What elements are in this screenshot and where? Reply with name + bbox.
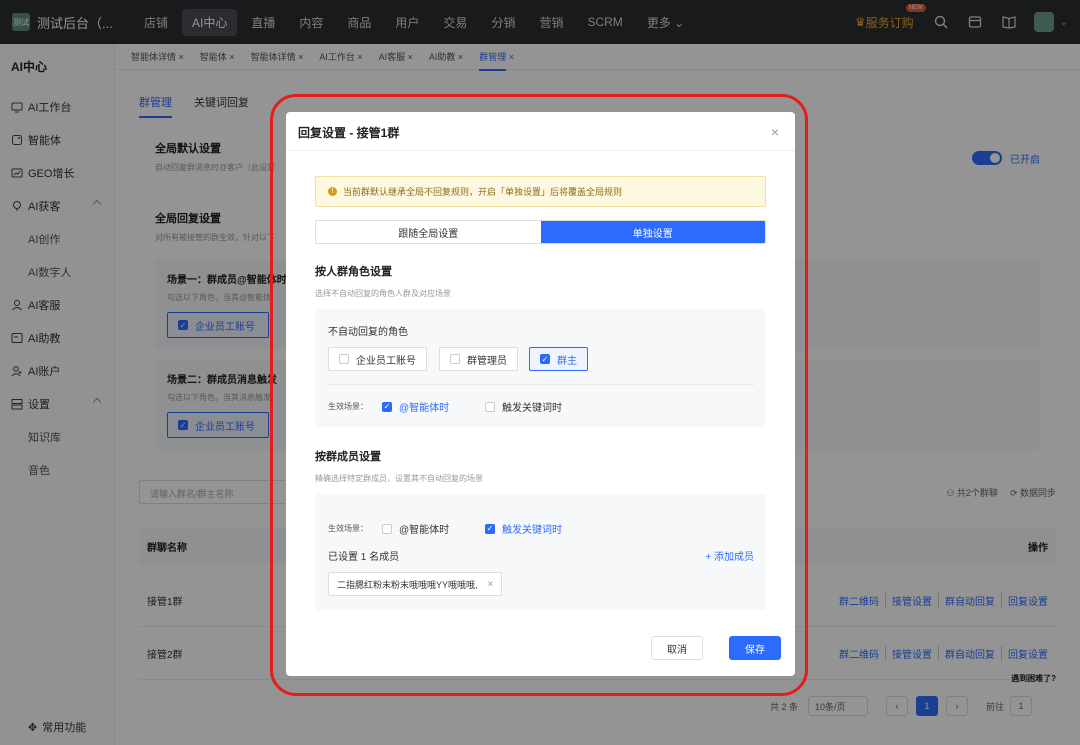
checkbox-icon <box>339 354 349 364</box>
member-tag: 二指腮红粉末粉末哦哦哦YY哦哦哦, × <box>328 572 503 596</box>
role-owner-checkbox[interactable]: ✓ 群主 <box>529 347 588 371</box>
info-icon: ! <box>328 187 337 196</box>
divider <box>327 384 754 385</box>
close-icon[interactable]: × <box>771 124 779 140</box>
member-panel: 生效场景： @智能体时 ✓ 触发关键词时 已设置 1 名成员 + 添加成员 二指腮… <box>315 494 766 610</box>
role-admin-checkbox[interactable]: 群管理员 <box>439 347 518 371</box>
checkbox-icon <box>450 354 460 364</box>
divider <box>286 150 795 151</box>
role-panel: 不自动回复的角色 企业员工账号 群管理员 ✓ 群主 生效场景： ✓ @智能体时 触发… <box>315 309 766 427</box>
member-scene-keyword-checkbox[interactable]: ✓ 触发关键词时 <box>485 521 562 536</box>
member-section-title: 按群成员设置 <box>315 451 381 463</box>
remove-member-icon[interactable]: × <box>488 579 494 590</box>
no-reply-roles-label: 不自动回复的角色 <box>328 327 408 338</box>
role-section-title: 按人群角色设置 <box>315 266 392 278</box>
checkbox-icon <box>382 523 392 534</box>
scene-label: 生效场景： <box>328 524 368 533</box>
modal-title: 回复设置 - 接管1群 <box>298 126 400 140</box>
check-icon: ✓ <box>540 354 550 364</box>
member-section-desc: 精确选择特定群成员，设置其不自动回复的场景 <box>315 474 483 483</box>
checkbox-icon <box>485 401 495 412</box>
check-icon: ✓ <box>485 523 495 534</box>
cancel-button[interactable]: 取消 <box>651 636 703 660</box>
add-member-link[interactable]: + 添加成员 <box>705 548 754 563</box>
inherit-notice: ! 当前群默认继承全局不回复规则，开启「单独设置」后将覆盖全局规则 <box>315 176 766 207</box>
save-button[interactable]: 保存 <box>729 636 781 660</box>
follow-global-option[interactable]: 跟随全局设置 <box>316 221 541 243</box>
reply-settings-modal: 回复设置 - 接管1群 × ! 当前群默认继承全局不回复规则，开启「单独设置」后… <box>286 112 795 676</box>
setting-mode-switch: 跟随全局设置 单独设置 <box>315 220 766 244</box>
scene-label: 生效场景： <box>328 402 368 411</box>
role-section-desc: 选择不自动回复的角色人群及对应场景 <box>315 289 451 298</box>
role-scene-keyword-checkbox[interactable]: 触发关键词时 <box>485 399 562 414</box>
individual-option[interactable]: 单独设置 <box>540 221 765 243</box>
member-scene-mention-checkbox[interactable]: @智能体时 <box>382 521 449 536</box>
check-icon: ✓ <box>382 401 392 412</box>
role-scene-mention-checkbox[interactable]: ✓ @智能体时 <box>382 399 449 414</box>
role-staff-checkbox[interactable]: 企业员工账号 <box>328 347 427 371</box>
member-count-text: 已设置 1 名成员 <box>328 552 400 563</box>
